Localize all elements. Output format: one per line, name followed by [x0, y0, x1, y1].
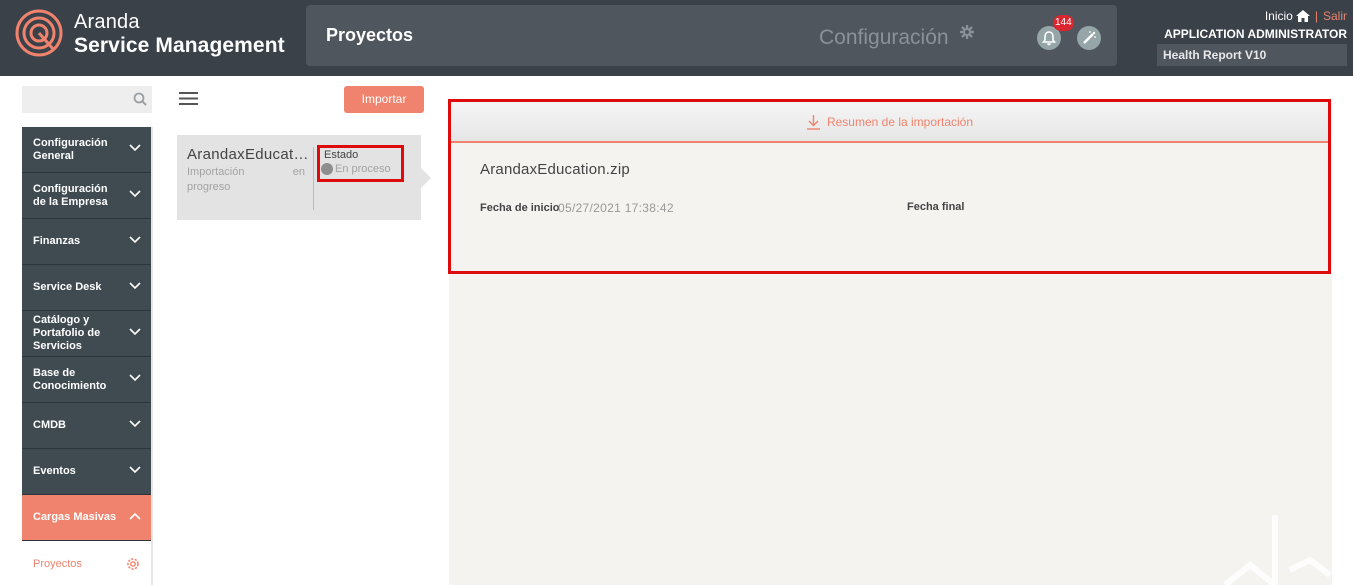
logout-link[interactable]: Salir: [1323, 9, 1347, 23]
sidebar-item-base-conocimiento[interactable]: Base de Conocimiento: [22, 357, 153, 403]
chevron-down-icon: [129, 420, 141, 428]
summary-highlight-box: [448, 99, 1331, 274]
chevron-down-icon: [129, 328, 141, 336]
sidebar-item-configuracion-general[interactable]: Configuración General: [22, 127, 153, 173]
project-name: ArandaxEducation: [187, 146, 311, 163]
chevron-down-icon: [129, 144, 141, 152]
sidebar-item-label: Cargas Masivas: [33, 511, 117, 523]
brand-name-line1: Aranda: [74, 11, 140, 33]
sidebar-item-label: Catálogo y Portafolio de Servicios: [33, 314, 101, 352]
links-separator: |: [1314, 9, 1318, 23]
user-name: APPLICATION ADMINISTRATOR: [1164, 27, 1347, 41]
sidebar-item-configuracion-empresa[interactable]: Configuración de la Empresa: [22, 173, 153, 219]
status-label: Estado: [324, 149, 359, 161]
configuration-link[interactable]: Configuración: [819, 26, 949, 50]
project-card[interactable]: ArandaxEducation Importación en progreso…: [177, 135, 421, 220]
sidebar-subitem-proyectos[interactable]: Proyectos: [22, 541, 153, 585]
status-value: En proceso: [335, 163, 391, 175]
status-badge: En proceso: [321, 163, 391, 175]
sidebar-item-label: Finanzas: [33, 235, 81, 247]
sidebar-item-finanzas[interactable]: Finanzas: [22, 219, 153, 265]
sidebar-item-label: Configuración General: [33, 136, 108, 162]
sidebar-item-cargas-masivas[interactable]: Cargas Masivas: [22, 495, 153, 541]
status-dot-icon: [321, 163, 333, 175]
chevron-down-icon: [129, 466, 141, 474]
report-selector[interactable]: Health Report V10: [1157, 44, 1347, 66]
card-pointer-arrow: [421, 168, 431, 188]
sidebar-nav: Configuración General Configuración de l…: [22, 127, 153, 585]
page-title: Proyectos: [326, 25, 414, 45]
chevron-down-icon: [129, 282, 141, 290]
header-panel: Proyectos Configuración 144: [306, 5, 1117, 66]
project-subtitle: Importación en progreso: [187, 166, 305, 193]
app-header: Aranda Service Management Proyectos Conf…: [0, 0, 1353, 76]
sidebar-item-cmdb[interactable]: CMDB: [22, 403, 153, 449]
watermark-logo-icon: [1223, 515, 1332, 585]
home-link[interactable]: Inicio: [1265, 9, 1293, 23]
sidebar-item-catalogo[interactable]: Catálogo y Portafolio de Servicios: [22, 311, 153, 357]
gear-icon[interactable]: [125, 556, 141, 572]
search-icon[interactable]: [133, 92, 147, 106]
home-icon[interactable]: [1295, 10, 1310, 22]
sidebar-divider: [151, 127, 153, 585]
sidebar-item-service-desk[interactable]: Service Desk: [22, 265, 153, 311]
sidebar-item-label: Base de Conocimiento: [33, 366, 107, 392]
import-button[interactable]: Importar: [344, 86, 424, 113]
hamburger-menu-icon[interactable]: [179, 92, 198, 105]
chevron-down-icon: [129, 236, 141, 244]
chevron-down-icon: [129, 190, 141, 198]
chevron-down-icon: [129, 374, 141, 382]
top-links: Inicio | Salir: [1265, 9, 1347, 23]
magic-wand-icon[interactable]: [1077, 26, 1101, 50]
sidebar-item-eventos[interactable]: Eventos: [22, 449, 153, 495]
status-highlight: Estado En proceso: [317, 145, 404, 182]
sidebar-subitem-label: Proyectos: [33, 558, 82, 570]
settings-gear-icon[interactable]: [959, 24, 975, 40]
brand-name-line2: Service Management: [74, 34, 285, 57]
notifications-badge: 144: [1053, 15, 1074, 31]
sidebar-item-label: CMDB: [33, 419, 66, 431]
sidebar-item-label: Configuración de la Empresa: [33, 182, 108, 208]
sidebar-item-label: Eventos: [33, 465, 76, 477]
sidebar-item-label: Service Desk: [33, 281, 102, 293]
chevron-up-icon: [129, 512, 141, 520]
aranda-logo-icon: [15, 9, 63, 57]
card-divider: [313, 147, 314, 210]
